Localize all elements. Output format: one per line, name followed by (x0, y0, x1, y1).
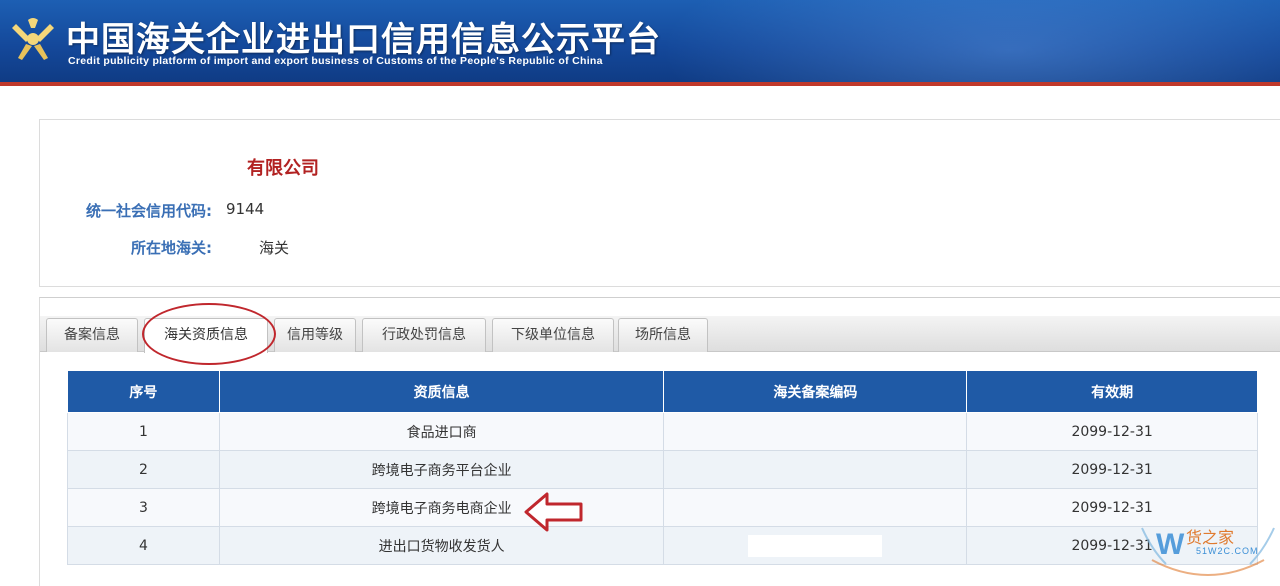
row-customs-code (663, 450, 968, 489)
site-subtitle: Credit publicity platform of import and … (68, 55, 603, 67)
tab-site-info[interactable]: 场所信息 (618, 318, 708, 352)
watermark-brand: 货之家 (1186, 528, 1235, 547)
row-customs-code (663, 488, 968, 527)
row-qualification: 进出口货物收发货人 (218, 526, 665, 565)
tab-bar: 备案信息 海关资质信息 信用等级 行政处罚信息 下级单位信息 场所信息 (40, 316, 1280, 353)
tab-subordinate-units[interactable]: 下级单位信息 (492, 318, 614, 352)
row-index: 2 (67, 450, 220, 489)
credit-code-label: 统一社会信用代码: (86, 202, 212, 220)
header-glow (660, 0, 1280, 86)
column-header-index: 序号 (67, 370, 220, 413)
row-validity: 2099-12-31 (966, 450, 1258, 489)
row-index: 1 (67, 412, 220, 451)
company-info-panel: 有限公司 统一社会信用代码: 9144 所在地海关: 海关 (39, 119, 1280, 287)
table-row: 1 食品进口商 2099-12-31 (67, 412, 1258, 451)
column-header-qualification: 资质信息 (218, 370, 665, 413)
row-customs-code (663, 412, 968, 451)
table-row: 3 跨境电子商务电商企业 2099-12-31 (67, 488, 1258, 527)
tab-credit-rating[interactable]: 信用等级 (274, 318, 356, 352)
svg-text:W: W (1156, 528, 1185, 561)
column-header-customs-code: 海关备案编码 (663, 370, 968, 413)
tab-filing-info[interactable]: 备案信息 (46, 318, 138, 352)
row-qualification: 跨境电子商务电商企业 (218, 488, 665, 527)
arrow-left-annotation-icon (524, 492, 583, 532)
column-header-validity: 有效期 (966, 370, 1258, 413)
customs-value: 海关 (259, 239, 290, 257)
table-row: 2 跨境电子商务平台企业 2099-12-31 (67, 450, 1258, 489)
table-row: 4 进出口货物收发货人 2099-12-31 (67, 526, 1258, 565)
tab-area: 备案信息 海关资质信息 信用等级 行政处罚信息 下级单位信息 场所信息 序号 资… (39, 297, 1280, 586)
customs-label: 所在地海关: (131, 239, 212, 257)
site-title: 中国海关企业进出口信用信息公示平台 (66, 20, 661, 60)
row-index: 3 (67, 488, 220, 527)
qualification-table: 序号 资质信息 海关备案编码 有效期 1 食品进口商 2099-12-31 2 … (67, 370, 1258, 565)
row-index: 4 (67, 526, 220, 565)
tab-customs-qualification[interactable]: 海关资质信息 (144, 318, 268, 353)
customs-emblem-icon (12, 18, 54, 60)
row-validity: 2099-12-31 (966, 412, 1258, 451)
company-name: 有限公司 (247, 158, 319, 179)
credit-code-value: 9144 (226, 200, 265, 218)
row-qualification: 食品进口商 (218, 412, 665, 451)
row-customs-code (663, 526, 968, 565)
table-header-row: 序号 资质信息 海关备案编码 有效期 (67, 370, 1258, 413)
tab-administrative-penalty[interactable]: 行政处罚信息 (362, 318, 486, 352)
redaction-box (748, 534, 883, 557)
site-header: 中国海关企业进出口信用信息公示平台 Credit publicity platf… (0, 0, 1280, 86)
row-qualification: 跨境电子商务平台企业 (218, 450, 665, 489)
watermark-domain: 51W2C.COM (1196, 546, 1259, 556)
